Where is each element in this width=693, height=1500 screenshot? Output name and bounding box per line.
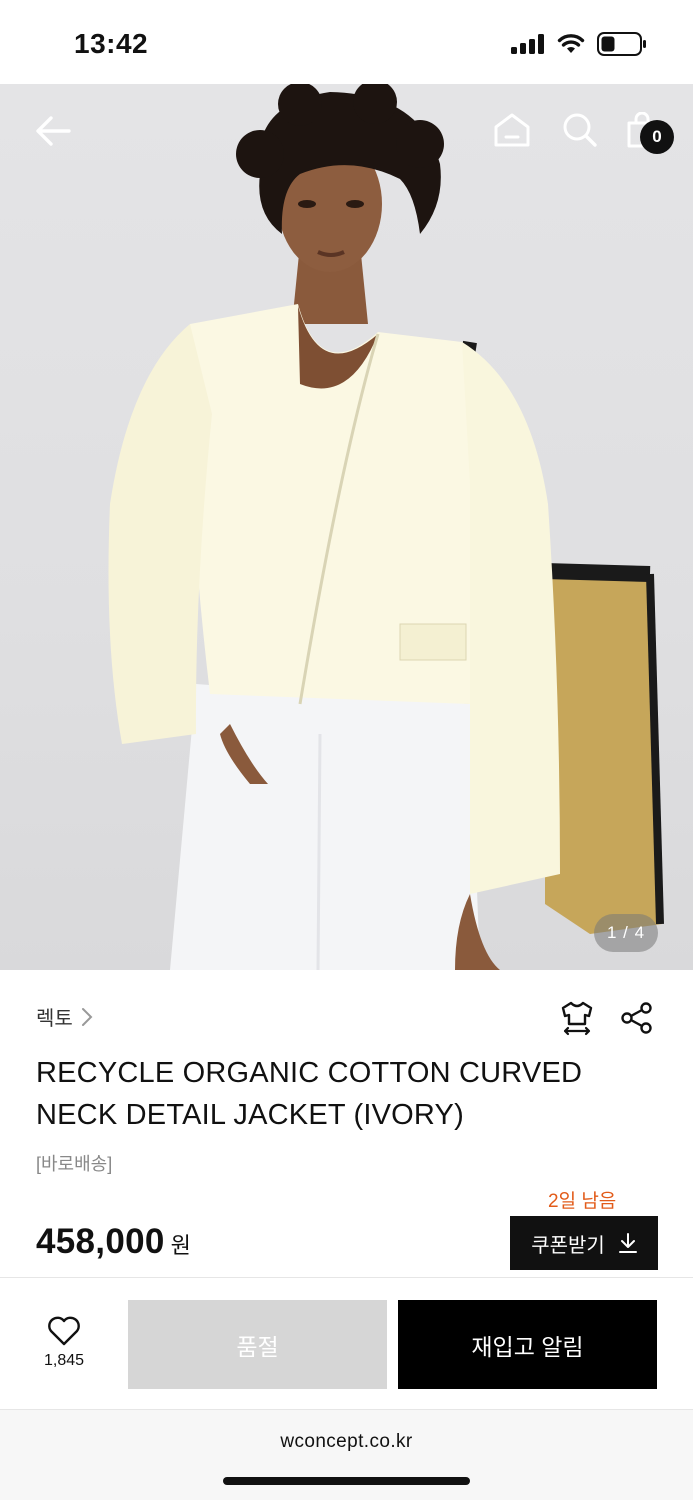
coupon-download-button[interactable]: 쿠폰받기 [510,1216,658,1270]
top-nav [0,84,693,174]
wifi-icon [557,34,585,53]
status-icons [511,32,647,56]
signal-icon [511,34,544,54]
product-tools [559,1000,655,1036]
home-icon [494,113,530,147]
soldout-button[interactable]: 품절 [128,1300,387,1389]
status-bar: 13:42 [0,0,693,84]
image-counter: 1 / 4 [594,914,658,952]
url-bar[interactable]: wconcept.co.kr [0,1431,693,1453]
status-time: 13:42 [74,28,149,59]
product-photo-illustration [108,84,664,970]
share-button[interactable] [619,1000,655,1036]
browser-bar [0,1410,693,1500]
back-arrow-icon [36,116,71,146]
brand-link[interactable]: 렉토 [36,1002,93,1031]
search-button[interactable] [558,108,602,152]
coupon-button-label: 쿠폰받기 [531,1234,605,1257]
wishlist-count: 1,845 [43,1352,85,1369]
product-title: RECYCLE ORGANIC COTTON CURVED NECK DETAI… [36,1057,583,1131]
coupon-days-left: 2일 남음 [548,1191,617,1212]
cart-count-badge: 0 [640,120,674,154]
chevron-right-icon [81,1007,93,1026]
search-icon [563,113,597,147]
price: 458,000 [36,1222,165,1261]
home-button[interactable] [490,108,534,152]
price-row: 458,000 원 [36,1222,191,1262]
brand-name: 렉토 [36,1008,73,1030]
heart-icon [48,1316,80,1346]
share-icon [621,1002,652,1034]
back-button[interactable] [30,108,76,154]
battery-icon [597,32,646,56]
size-guide-icon [561,1001,593,1036]
divider [0,1277,693,1278]
download-icon [618,1233,637,1253]
currency-label: 원 [170,1233,191,1258]
home-indicator[interactable] [223,1477,470,1485]
delivery-tag: [바로배송] [36,1154,113,1174]
wishlist-button[interactable]: 1,845 [30,1316,98,1370]
browser-divider [0,1409,693,1410]
product-image[interactable] [0,84,693,970]
restock-alert-button[interactable]: 재입고 알림 [398,1300,657,1389]
size-guide-button[interactable] [559,1000,595,1036]
